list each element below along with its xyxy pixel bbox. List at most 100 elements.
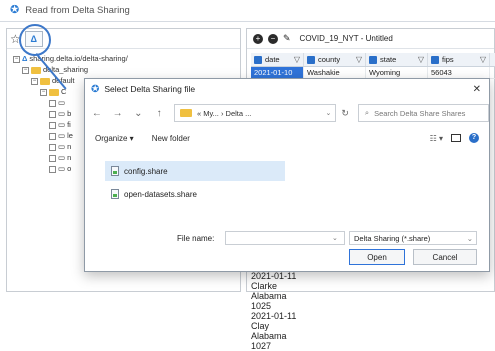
expand-toggle-icon[interactable]: − bbox=[40, 88, 47, 96]
file-name-input[interactable] bbox=[225, 231, 345, 245]
dialog-titlebar: ✪ Select Delta Sharing file ✕ bbox=[85, 79, 489, 99]
expand-toggle-icon[interactable]: − bbox=[22, 66, 29, 74]
expand-toggle-icon[interactable] bbox=[49, 99, 56, 107]
column-header-label: date bbox=[265, 55, 280, 64]
chevron-down-icon: ⌄ bbox=[466, 233, 473, 243]
table-title: COVID_19_NYT - Untitled bbox=[299, 34, 393, 43]
column-header-label: county bbox=[318, 55, 341, 64]
table-cell: Alabama bbox=[251, 291, 287, 301]
table-cell: 2021-01-11 bbox=[251, 271, 297, 281]
tree-node[interactable]: − Δsharing.delta.io/delta-sharing/ bbox=[13, 53, 238, 64]
column-header[interactable]: state ▽ bbox=[366, 53, 428, 66]
view-controls: ☷ ▾ ? bbox=[430, 133, 479, 143]
expand-toggle-icon[interactable]: − bbox=[31, 77, 38, 85]
table-cell: 1025 bbox=[251, 301, 272, 311]
back-icon[interactable]: ← bbox=[91, 108, 103, 119]
chevron-down-icon[interactable]: ⌄ bbox=[325, 109, 331, 117]
table-icon: ▭ bbox=[58, 142, 66, 151]
folder-icon bbox=[49, 88, 59, 96]
forward-icon[interactable]: → bbox=[112, 108, 124, 119]
command-row: Organize ▾ New folder ☷ ▾ ? bbox=[85, 127, 489, 149]
new-folder-button[interactable]: New folder bbox=[152, 134, 190, 143]
table-cell: 2021-01-11 bbox=[251, 311, 297, 321]
tree-node-label: b bbox=[67, 109, 72, 118]
preview-pane-icon[interactable] bbox=[451, 134, 461, 142]
gear-icon: ✪ bbox=[91, 83, 100, 95]
expand-toggle-icon[interactable] bbox=[49, 154, 56, 162]
file-item[interactable]: config.share bbox=[105, 161, 285, 181]
folder-icon bbox=[179, 109, 192, 117]
table-icon: ▭ bbox=[58, 153, 66, 162]
filter-icon[interactable]: ▽ bbox=[418, 55, 424, 64]
filter-icon[interactable]: ▽ bbox=[294, 55, 300, 64]
connect-icon[interactable]: Δ bbox=[24, 30, 43, 47]
filter-icon[interactable]: ▽ bbox=[356, 55, 362, 64]
gear-icon: ✪ bbox=[10, 4, 20, 16]
open-button[interactable]: Open bbox=[349, 249, 405, 265]
chevron-down-icon[interactable]: ⌄ bbox=[332, 234, 338, 242]
folder-icon bbox=[40, 77, 50, 85]
table-icon: ▭ bbox=[58, 131, 66, 140]
data-grid: date ▽ county ▽ state ▽ fips ▽ 2021-01-10 Washak… bbox=[251, 53, 495, 79]
refresh-icon[interactable]: ↻ bbox=[341, 108, 349, 119]
file-item[interactable]: open-datasets.share bbox=[105, 184, 285, 204]
button-row: Open Cancel bbox=[85, 249, 491, 267]
column-header[interactable]: fips ▽ bbox=[428, 53, 490, 66]
expand-toggle-icon[interactable] bbox=[49, 132, 56, 140]
tree-node-label: fi bbox=[67, 120, 71, 129]
file-name-label: File name: bbox=[177, 233, 215, 243]
nav-row: ← → ⌄ ↑ « My... › Delta ... ⌄ ↻ ⌕ Search… bbox=[85, 101, 490, 125]
column-header[interactable]: county ▽ bbox=[304, 53, 366, 66]
file-name: config.share bbox=[124, 166, 168, 176]
table-cell: Clarke bbox=[251, 281, 278, 291]
expand-toggle-icon[interactable] bbox=[49, 143, 56, 151]
file-type-select[interactable]: Delta Sharing (*.share) ⌄ bbox=[349, 231, 477, 245]
up-icon[interactable]: ↑ bbox=[153, 108, 165, 119]
column-header[interactable]: date ▽ bbox=[251, 53, 304, 66]
dialog-title: Select Delta Sharing file bbox=[104, 84, 196, 94]
table-icon: ▭ bbox=[58, 109, 66, 118]
remove-icon[interactable]: − bbox=[268, 33, 278, 44]
organize-button[interactable]: Organize ▾ bbox=[95, 134, 134, 143]
star-icon[interactable]: ☆ bbox=[10, 33, 21, 45]
expand-toggle-icon[interactable]: − bbox=[13, 55, 20, 63]
expand-toggle-icon[interactable] bbox=[49, 121, 56, 129]
table-row[interactable]: 2021-01-11 Clarke Alabama 1025 bbox=[251, 271, 495, 311]
checkbox-icon[interactable] bbox=[369, 55, 377, 64]
help-icon[interactable]: ? bbox=[469, 133, 479, 143]
add-icon[interactable]: + bbox=[253, 33, 263, 44]
right-toolbar: + − ✎ COVID_19_NYT - Untitled bbox=[247, 29, 494, 49]
table-icon: ▭ bbox=[58, 98, 66, 107]
table-cell: Washakie bbox=[304, 67, 366, 78]
window-title: Read from Delta Sharing bbox=[25, 5, 130, 16]
file-dialog: ✪ Select Delta Sharing file ✕ ← → ⌄ ↑ « … bbox=[84, 78, 490, 272]
checkbox-icon[interactable] bbox=[254, 55, 262, 64]
search-icon: ⌕ bbox=[364, 108, 370, 117]
grid-header: date ▽ county ▽ state ▽ fips ▽ bbox=[251, 53, 495, 67]
view-grid-icon[interactable]: ☷ ▾ bbox=[430, 134, 443, 143]
checkbox-icon[interactable] bbox=[431, 55, 439, 64]
left-toolbar: ☆ Δ bbox=[7, 29, 240, 49]
delta-share-icon: Δ bbox=[22, 54, 28, 63]
search-placeholder: Search Delta Share Shares bbox=[374, 108, 466, 118]
file-icon bbox=[111, 166, 119, 176]
file-list: config.share open-datasets.share bbox=[105, 161, 285, 204]
filter-icon[interactable]: ▽ bbox=[480, 55, 486, 64]
table-cell: 2021-01-10 bbox=[251, 67, 304, 78]
chevron-down-icon[interactable]: ⌄ bbox=[132, 108, 144, 119]
table-cell: Clay bbox=[251, 321, 270, 331]
table-icon: ▭ bbox=[58, 120, 66, 129]
expand-toggle-icon[interactable] bbox=[49, 110, 56, 118]
close-icon[interactable]: ✕ bbox=[473, 84, 481, 95]
checkbox-icon[interactable] bbox=[307, 55, 315, 64]
address-bar[interactable]: « My... › Delta ... ⌄ bbox=[173, 104, 337, 122]
search-input[interactable]: ⌕ Search Delta Share Shares bbox=[357, 104, 490, 122]
brush-icon[interactable]: ✎ bbox=[283, 33, 291, 44]
table-icon: ▭ bbox=[58, 164, 66, 173]
table-row[interactable]: 2021-01-11 Clay Alabama 1027 bbox=[251, 311, 495, 351]
table-cell: Wyoming bbox=[366, 67, 428, 78]
cancel-button[interactable]: Cancel bbox=[413, 249, 477, 265]
expand-toggle-icon[interactable] bbox=[49, 165, 56, 173]
file-name: open-datasets.share bbox=[124, 189, 197, 199]
file-icon bbox=[111, 189, 119, 199]
